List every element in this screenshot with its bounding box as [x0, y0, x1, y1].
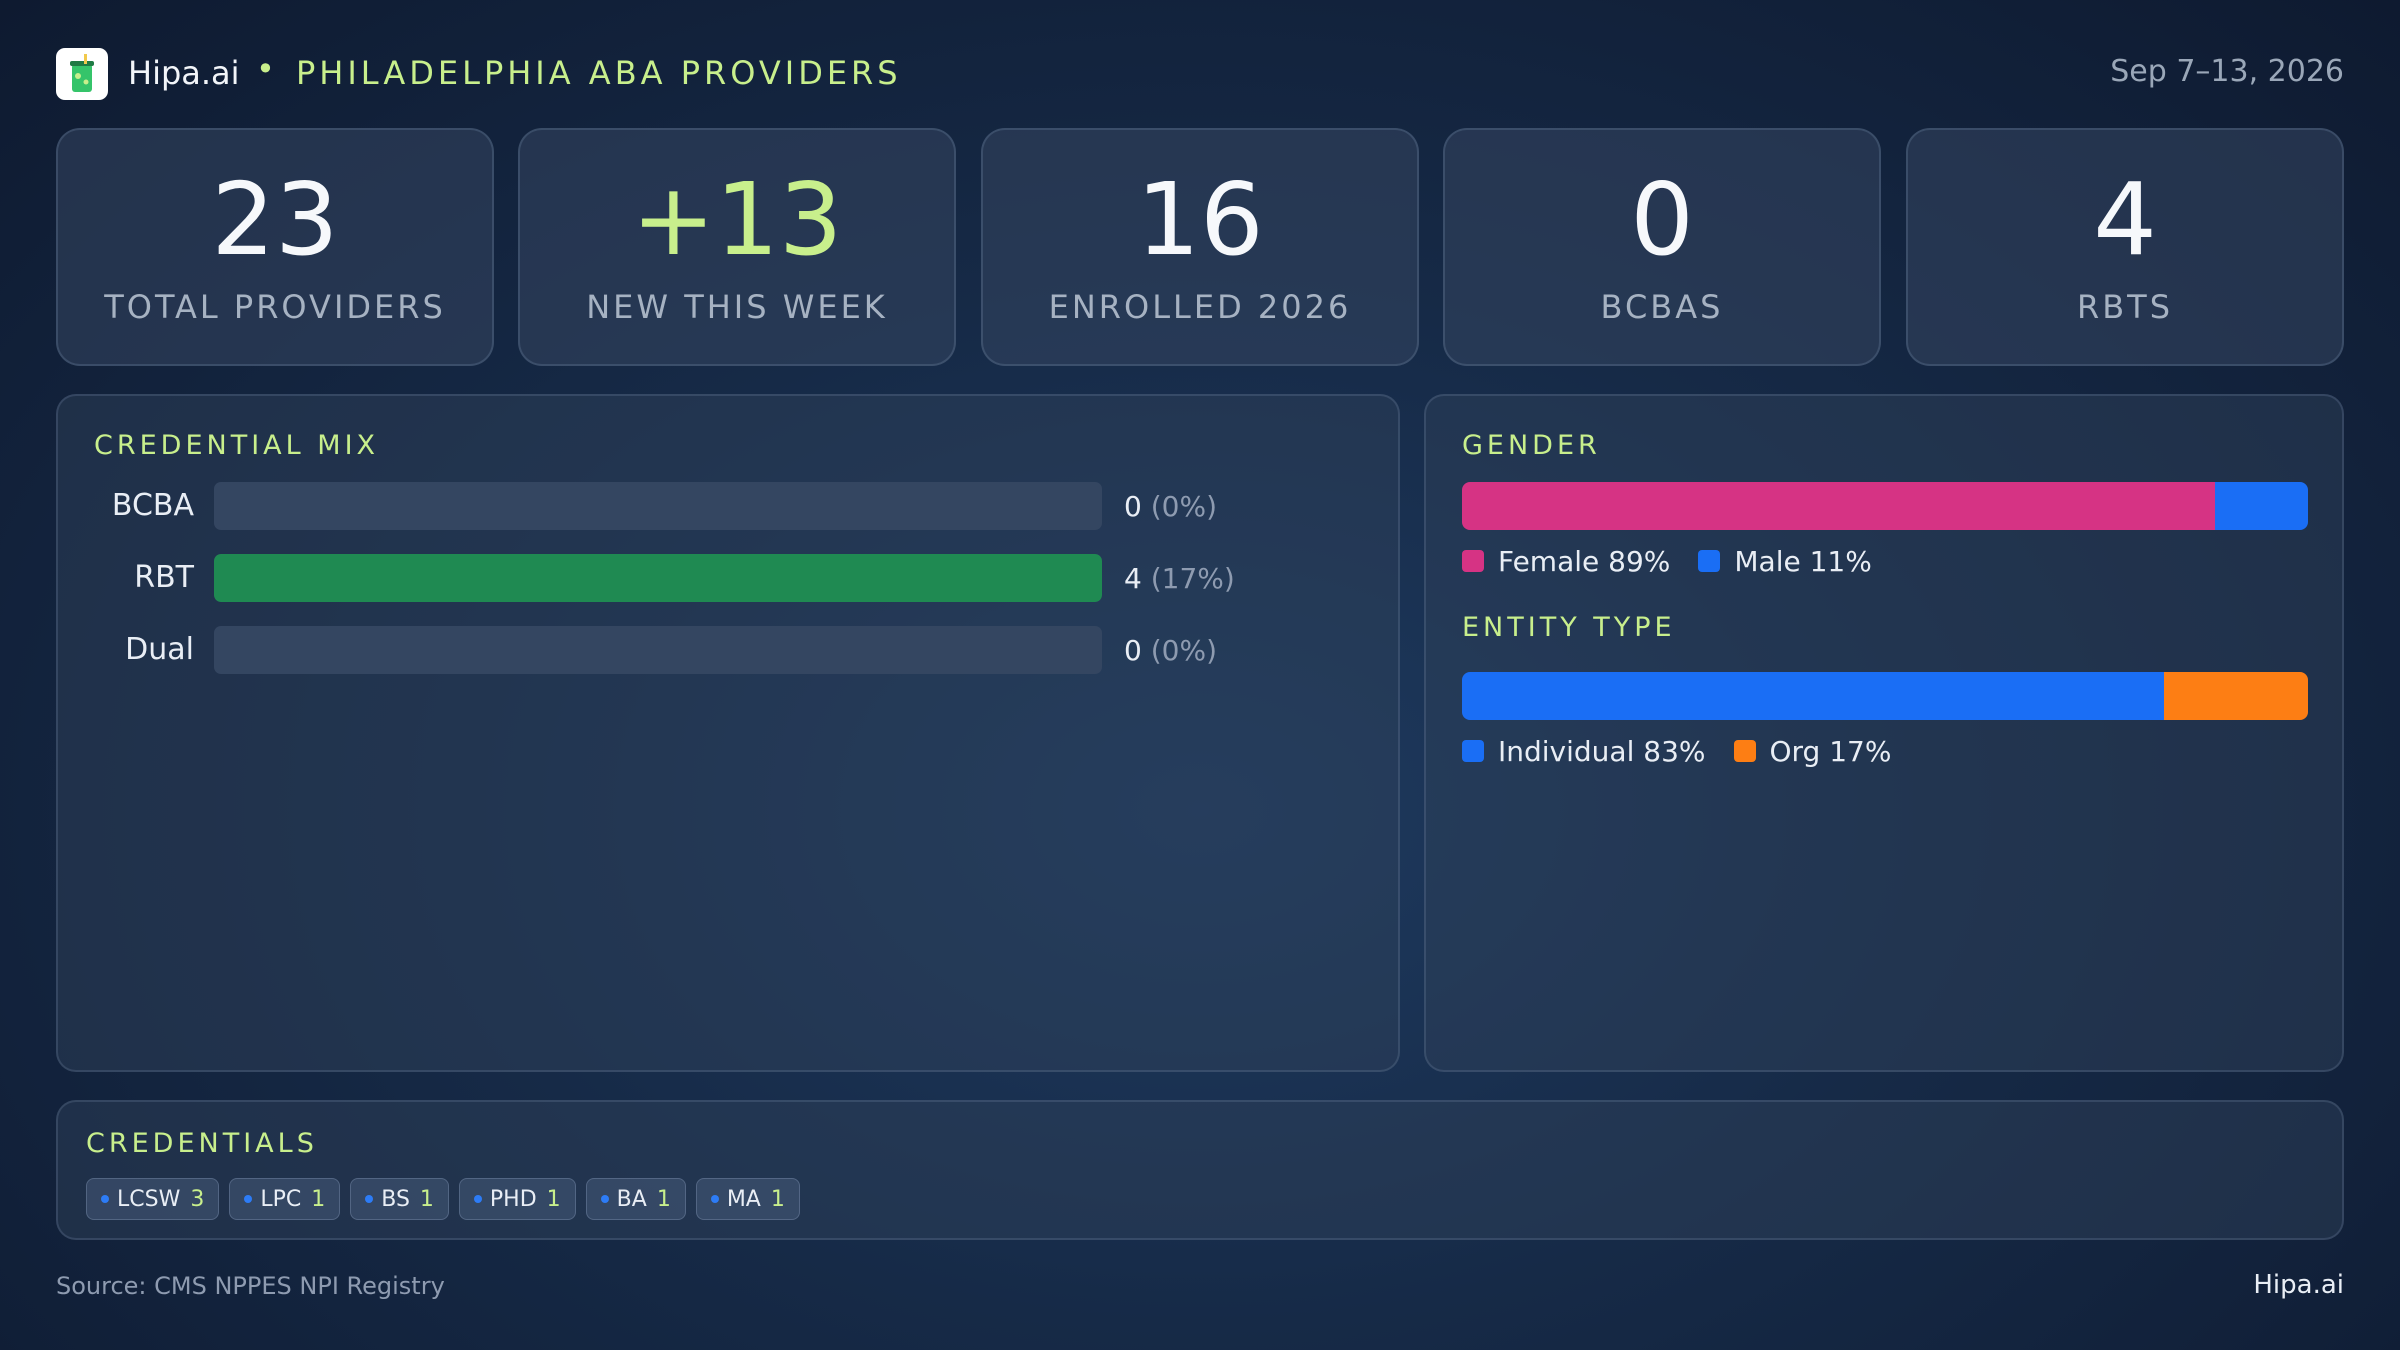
- chip-name: PHD: [489, 1186, 537, 1212]
- legend-item-female: Female 89%: [1462, 545, 1670, 578]
- bar-fill: [214, 554, 1102, 602]
- chip-dot: [101, 1195, 109, 1203]
- stat-card-total-providers: 23 TOTAL PROVIDERS: [56, 128, 494, 366]
- legend-label: Male 11%: [1734, 544, 1872, 578]
- gender-segment-male: [2214, 482, 2308, 530]
- bar-track: [214, 554, 1102, 602]
- row-count: 4: [1124, 562, 1142, 595]
- chip-dot: [365, 1195, 374, 1203]
- row-value: 0 (0%): [1124, 634, 1217, 667]
- stat-label: RBTS: [2076, 288, 2174, 326]
- legend-label: Female 89%: [1498, 544, 1671, 578]
- gender-legend: Female 89% Male 11%: [1462, 544, 1900, 578]
- row-value: 0 (0%): [1124, 490, 1217, 523]
- stat-label: ENROLLED 2026: [1048, 288, 1352, 326]
- entity-legend: Individual 83% Org 17%: [1462, 734, 1919, 768]
- chip-dot: [244, 1195, 253, 1203]
- row-count: 0: [1124, 634, 1142, 667]
- legend-swatch: [1698, 550, 1721, 572]
- row-percent: (0%): [1150, 634, 1218, 667]
- row-label: Dual: [125, 632, 194, 667]
- credential-chip-lpc[interactable]: LPC 1: [229, 1178, 341, 1220]
- chip-count: 1: [546, 1186, 561, 1212]
- credentials-panel: CREDENTIALS LCSW 3 LPC 1 BS 1 PHD 1 BA 1 MA 1: [56, 1100, 2344, 1240]
- gender-title: GENDER: [1462, 430, 1601, 461]
- stat-value: +13: [631, 161, 843, 278]
- credential-mix-panel: CREDENTIAL MIX BCBA 0 (0%) RBT 4 (17%) D…: [56, 394, 1400, 1072]
- credential-chip-phd[interactable]: PHD 1: [458, 1178, 576, 1220]
- header: Hipa.ai • PHILADELPHIA ABA PROVIDERS Sep…: [56, 46, 2344, 100]
- row-value: 4 (17%): [1124, 562, 1235, 595]
- chip-dot: [473, 1195, 482, 1203]
- entity-type-title: ENTITY TYPE: [1462, 612, 1676, 643]
- credential-row-rbt: RBT 4 (17%): [58, 554, 1398, 602]
- chip-name: LCSW: [117, 1186, 181, 1212]
- panel-title: CREDENTIALS: [86, 1128, 318, 1159]
- stat-value: 4: [2093, 161, 2157, 278]
- row-percent: (17%): [1150, 562, 1235, 595]
- legend-item-individual: Individual 83%: [1462, 735, 1706, 768]
- footer-brand[interactable]: Hipa.ai: [2253, 1270, 2344, 1300]
- gender-stacked-bar: [1462, 482, 2308, 530]
- bar-track: [214, 626, 1102, 674]
- date-range: Sep 7–13, 2026: [2110, 54, 2344, 89]
- credential-chip-lcsw[interactable]: LCSW 3: [86, 1178, 220, 1220]
- stat-label: TOTAL PROVIDERS: [104, 288, 446, 326]
- chip-dot: [600, 1195, 609, 1203]
- chip-name: MA: [726, 1186, 761, 1212]
- credential-chip-ba[interactable]: BA 1: [585, 1178, 686, 1220]
- demographics-panel: GENDER Female 89% Male 11% ENTITY TYPE I…: [1424, 394, 2344, 1072]
- stat-value: 16: [1136, 161, 1264, 278]
- row-percent: (0%): [1150, 490, 1218, 523]
- stat-label: NEW THIS WEEK: [586, 288, 888, 326]
- entity-segment-individual: [1462, 672, 2165, 720]
- stat-value: 23: [211, 161, 339, 278]
- credential-row-dual: Dual 0 (0%): [58, 626, 1398, 674]
- drink-cup-icon: [70, 54, 94, 92]
- gender-segment-female: [1462, 482, 2215, 530]
- stat-card-bcbas: 0 BCBAS: [1443, 128, 1881, 366]
- stat-card-enrolled-2026: 16 ENROLLED 2026: [981, 128, 1419, 366]
- stat-value: 0: [1630, 161, 1694, 278]
- logo: [56, 48, 108, 100]
- chip-dot: [710, 1195, 719, 1203]
- row-label: RBT: [134, 560, 194, 595]
- chip-count: 1: [419, 1186, 434, 1212]
- stat-label: BCBAS: [1600, 288, 1724, 326]
- chip-count: 1: [770, 1186, 785, 1212]
- credential-chip-bs[interactable]: BS 1: [350, 1178, 449, 1220]
- panel-title: CREDENTIAL MIX: [94, 430, 380, 461]
- legend-label: Individual 83%: [1498, 734, 1706, 768]
- credential-row-bcba: BCBA 0 (0%): [58, 482, 1398, 530]
- credential-chips: LCSW 3 LPC 1 BS 1 PHD 1 BA 1 MA 1: [86, 1178, 810, 1220]
- chip-name: BS: [381, 1186, 410, 1212]
- legend-swatch: [1462, 550, 1484, 572]
- legend-label: Org 17%: [1769, 734, 1892, 768]
- brand-name: Hipa.ai: [128, 54, 240, 92]
- legend-swatch: [1733, 740, 1756, 762]
- source-note: Source: CMS NPPES NPI Registry: [56, 1272, 445, 1300]
- chip-name: LPC: [260, 1186, 302, 1212]
- chip-count: 1: [656, 1186, 671, 1212]
- bar-track: [214, 482, 1102, 530]
- title-separator: •: [256, 50, 275, 88]
- chip-count: 3: [190, 1186, 205, 1212]
- stat-card-rbts: 4 RBTS: [1906, 128, 2344, 366]
- entity-segment-org: [2164, 672, 2308, 720]
- legend-item-male: Male 11%: [1698, 544, 1872, 578]
- legend-item-org: Org 17%: [1733, 734, 1892, 768]
- credential-chip-ma[interactable]: MA 1: [695, 1178, 800, 1220]
- stat-card-new-this-week: +13 NEW THIS WEEK: [518, 128, 956, 366]
- page-title: PHILADELPHIA ABA PROVIDERS: [296, 54, 902, 92]
- row-count: 0: [1124, 490, 1142, 523]
- entity-stacked-bar: [1462, 672, 2308, 720]
- legend-swatch: [1462, 740, 1484, 762]
- stat-cards: 23 TOTAL PROVIDERS +13 NEW THIS WEEK 16 …: [56, 128, 2344, 366]
- chip-count: 1: [311, 1186, 326, 1212]
- row-label: BCBA: [111, 488, 194, 523]
- chip-name: BA: [616, 1186, 647, 1212]
